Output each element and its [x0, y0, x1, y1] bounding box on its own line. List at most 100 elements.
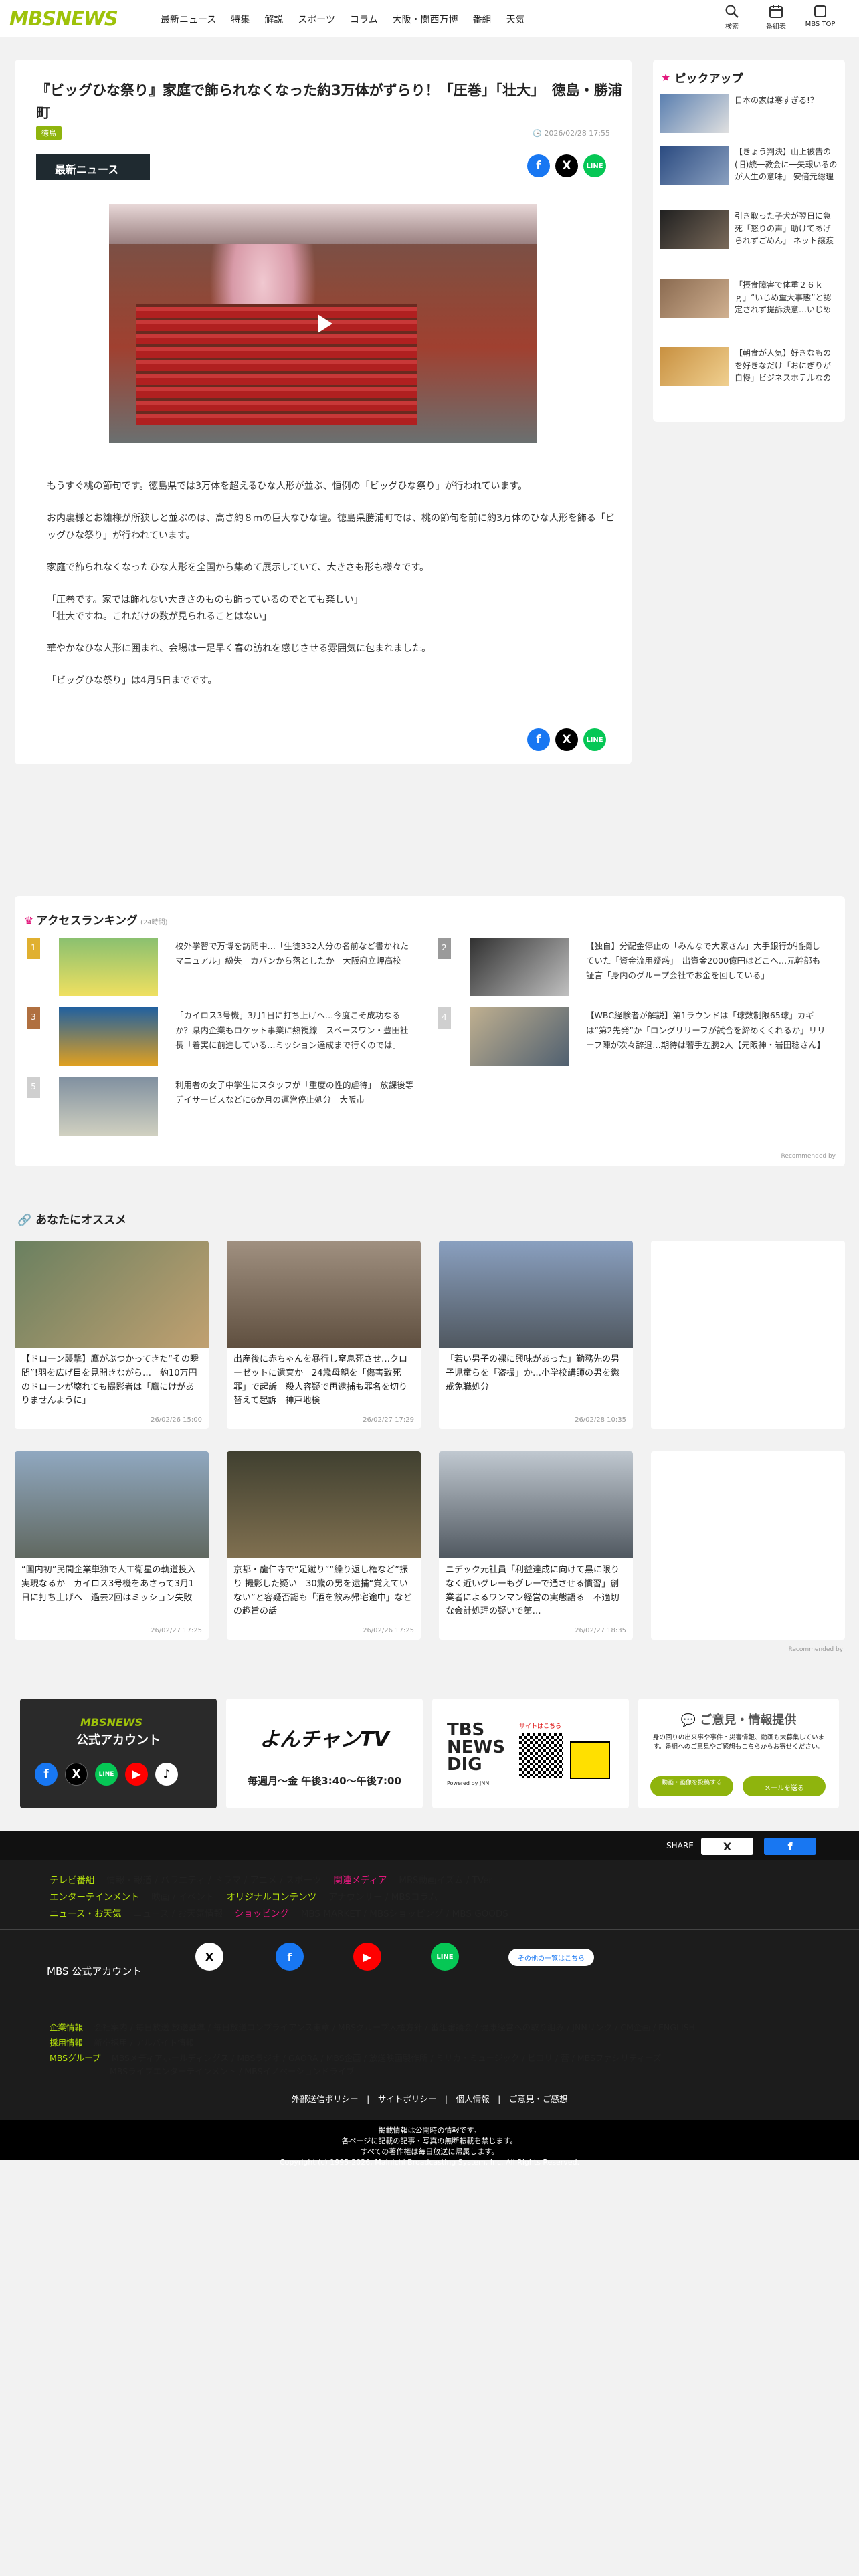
- footer-cat[interactable]: 関連メディア: [333, 1875, 387, 1886]
- nav-item-program[interactable]: 番組: [473, 13, 492, 26]
- footer-link[interactable]: 個人情報: [456, 2094, 490, 2104]
- latest-news-badge[interactable]: 最新ニュース: [36, 154, 150, 180]
- footer-link[interactable]: JNNリンク: [572, 2022, 612, 2032]
- recommend-card[interactable]: ニデック元社員「利益達成に向けて黒に限りなく近いグレーもグレーで通させる慣習」創…: [439, 1451, 633, 1640]
- nav-item-expo[interactable]: 大阪・関西万博: [393, 13, 458, 26]
- youtube-account-icon[interactable]: ▶: [353, 1943, 381, 1971]
- pickup-item[interactable]: 【きょう判決】山上被告の(旧)統一教会に一矢報いるのが人生の意味」 安倍元総理銃…: [660, 146, 838, 185]
- recommend-card[interactable]: 出産後に赤ちゃんを暴行し窒息死させ…クローゼットに遺棄か 24歳母親を「傷害致死…: [227, 1241, 421, 1429]
- footer-link[interactable]: 毎日放送 放送基準: [136, 2022, 205, 2032]
- article-video[interactable]: [109, 204, 537, 443]
- line-account-icon[interactable]: LINE: [431, 1943, 459, 1971]
- footer-cat[interactable]: MBSグループ: [50, 2053, 100, 2063]
- upload-button[interactable]: 動画・画像を投稿する: [650, 1776, 733, 1796]
- footer-link[interactable]: MBS動画イズム: [399, 1875, 463, 1886]
- facebook-share-icon[interactable]: f: [527, 728, 550, 751]
- footer-link[interactable]: 健康経営への取り組み: [480, 2022, 564, 2032]
- footer-link[interactable]: アルバイト情報: [136, 2038, 194, 2048]
- footer-link[interactable]: 番組審議会: [430, 2022, 472, 2032]
- more-accounts-button[interactable]: その他の一覧はこちら: [508, 1949, 594, 1966]
- mbs-official-account-banner[interactable]: MBSNEWS 公式アカウント f X LINE ▶ ♪: [20, 1699, 217, 1808]
- footer-link[interactable]: ドラマ: [214, 1875, 242, 1886]
- tbs-news-dig-banner[interactable]: TBS NEWS DIG Powered by JNN サイトはこちら: [432, 1699, 629, 1808]
- pickup-item[interactable]: 日本の家は寒すぎる!？: [660, 94, 838, 133]
- footer-link[interactable]: 毎日放送コンプライアンス憲章: [213, 2022, 330, 2032]
- yonchan-tv-banner[interactable]: よんチャンTV 毎週月〜金 午後3:40〜午後7:00: [226, 1699, 423, 1808]
- footer-link[interactable]: CM企画: [620, 2022, 650, 2032]
- footer-link[interactable]: 新卒採用: [94, 2038, 128, 2048]
- program-guide-button[interactable]: 番組表: [756, 4, 796, 31]
- footer-cat[interactable]: ニュース・お天気: [50, 1909, 121, 1919]
- footer-link[interactable]: MBS GOODS: [452, 1909, 508, 1919]
- nav-item-explain[interactable]: 解説: [264, 13, 283, 26]
- footer-link[interactable]: MBSコラム: [391, 1892, 438, 1903]
- nav-item-feature[interactable]: 特集: [231, 13, 250, 26]
- recommend-card[interactable]: “国内初”民間企業単独で人工衛星の軌道投入実現なるか カイロス3号機をあさって3…: [15, 1451, 209, 1640]
- footer-link[interactable]: MBSショッピング: [369, 1909, 443, 1919]
- opinion-banner[interactable]: 💬 ご意見・情報提供 身の回りの出来事や事件・災害情報、動画も大募集しています。…: [638, 1699, 839, 1808]
- footer-link[interactable]: イベント: [179, 1892, 215, 1903]
- footer-link[interactable]: MBS企画: [326, 2053, 361, 2063]
- footer-link[interactable]: 放送映画製作所: [369, 2053, 428, 2063]
- mbs-news-logo[interactable]: MBSNEWS: [9, 7, 118, 30]
- footer-link[interactable]: GAORA: [288, 2053, 318, 2063]
- footer-link[interactable]: ご意見・ご感想: [509, 2094, 568, 2104]
- footer-cat[interactable]: オリジナルコンテンツ: [226, 1892, 316, 1903]
- footer-cat[interactable]: ショッピング: [235, 1909, 289, 1919]
- footer-cat[interactable]: エンターテインメント: [50, 1892, 140, 1903]
- region-tag[interactable]: 徳島: [36, 126, 62, 140]
- x-share-icon[interactable]: X: [555, 154, 578, 177]
- pickup-item[interactable]: 【朝食が人気】好きなものを好きなだけ「おにぎりが自慢」ビジネスホテルなのに「宿泊…: [660, 347, 838, 386]
- facebook-share-icon[interactable]: f: [527, 154, 550, 177]
- x-account-icon[interactable]: X: [195, 1943, 223, 1971]
- nav-item-column[interactable]: コラム: [350, 13, 378, 26]
- footer-link[interactable]: 蕾: [561, 2053, 569, 2063]
- footer-cat[interactable]: 採用情報: [50, 2038, 83, 2048]
- footer-link[interactable]: ENGLISH: [658, 2022, 695, 2032]
- mail-button[interactable]: メールを送る: [743, 1776, 826, 1796]
- mbs-top-button[interactable]: MBS TOP: [800, 4, 840, 28]
- nav-item-sports[interactable]: スポーツ: [298, 13, 335, 26]
- x-share-button[interactable]: X: [701, 1838, 753, 1855]
- pickup-item[interactable]: 引き取った子犬が翌日に急死「怒りの声」助けてあげられずごめん」 ネット譲渡めぐり…: [660, 210, 838, 249]
- recommend-card[interactable]: 「若い男子の裸に興味があった」勤務先の男子児童らを「盗撮」か…小学校講師の男を懲…: [439, 1241, 633, 1429]
- x-share-icon[interactable]: X: [555, 728, 578, 751]
- footer-link[interactable]: TVer: [472, 1875, 492, 1886]
- play-icon[interactable]: [303, 304, 343, 344]
- footer-link[interactable]: 情報・報道: [106, 1875, 152, 1886]
- search-button[interactable]: 検索: [712, 4, 752, 31]
- footer-link[interactable]: アナウンサー: [328, 1892, 383, 1903]
- nav-item-latest[interactable]: 最新ニュース: [161, 13, 216, 26]
- footer-link[interactable]: MBSファシリティーズ: [577, 2053, 662, 2063]
- footer-link[interactable]: スポーツ: [286, 1875, 322, 1886]
- footer-cat[interactable]: テレビ番組: [50, 1875, 95, 1886]
- line-share-icon[interactable]: LINE: [583, 154, 606, 177]
- footer-link[interactable]: MBSラジオ: [237, 2053, 280, 2063]
- ranking-item[interactable]: 3 「カイロス3号機」3月1日に打ち上げへ…今度こそ成功なるか？県内企業もロケッ…: [27, 1007, 421, 1066]
- facebook-share-button[interactable]: f: [764, 1838, 816, 1855]
- footer-link[interactable]: ニュース: [133, 1909, 169, 1919]
- footer-link[interactable]: アニメ: [250, 1875, 276, 1886]
- footer-link[interactable]: MBSイノベーションドライブ: [244, 2066, 354, 2076]
- footer-link[interactable]: MBSメディアホールディングス: [112, 2053, 229, 2063]
- footer-link[interactable]: MBS MARKET: [301, 1909, 361, 1919]
- footer-link[interactable]: MBSグループ人権方針: [338, 2022, 422, 2032]
- footer-link[interactable]: 映画: [151, 1892, 169, 1903]
- line-share-icon[interactable]: LINE: [583, 728, 606, 751]
- ranking-item[interactable]: 1 校外学習で万博を訪問中…「生徒332人分の名前など書かれたマニュアル」紛失 …: [27, 938, 421, 996]
- footer-link[interactable]: ミリカ・ミュージック: [436, 2053, 520, 2063]
- footer-link[interactable]: MBSライブエンターテインメント: [110, 2066, 236, 2076]
- ranking-item[interactable]: 4 【WBC経験者が解説】第1ラウンドは「球数制限65球」カギは“第2先発”か「…: [438, 1007, 832, 1066]
- footer-link[interactable]: バラエティ: [161, 1875, 205, 1886]
- facebook-account-icon[interactable]: f: [276, 1943, 304, 1971]
- recommend-card[interactable]: 【ドローン襲撃】鷹がぶつかってきた“その瞬間”!羽を広げ目を見開きながら… 約1…: [15, 1241, 209, 1429]
- recommend-card[interactable]: 京都・龍仁寺で“足蹴り”“繰り返し権など”振り 撮影した疑い 30歳の男を逮捕“…: [227, 1451, 421, 1640]
- nav-item-weather[interactable]: 天気: [506, 13, 525, 26]
- footer-cat[interactable]: 企業情報: [50, 2022, 83, 2032]
- footer-link[interactable]: サイトポリシー: [378, 2094, 437, 2104]
- ranking-item[interactable]: 2 【独自】分配金停止の「みんなで大家さん」大手銀行が指摘していた「資金流用疑惑…: [438, 938, 832, 996]
- ranking-item[interactable]: 5 利用者の女子中学生にスタッフが「重度の性的虐待」 放課後等デイサービスなどに…: [27, 1077, 421, 1136]
- pickup-item[interactable]: 「摂食障害で体重２６ｋｇ」“いじめ重大事態”と認定されず提訴決意…いじめと闘った…: [660, 279, 838, 318]
- footer-link[interactable]: 会社案内: [94, 2022, 128, 2032]
- footer-link[interactable]: お天気情報: [178, 1909, 223, 1919]
